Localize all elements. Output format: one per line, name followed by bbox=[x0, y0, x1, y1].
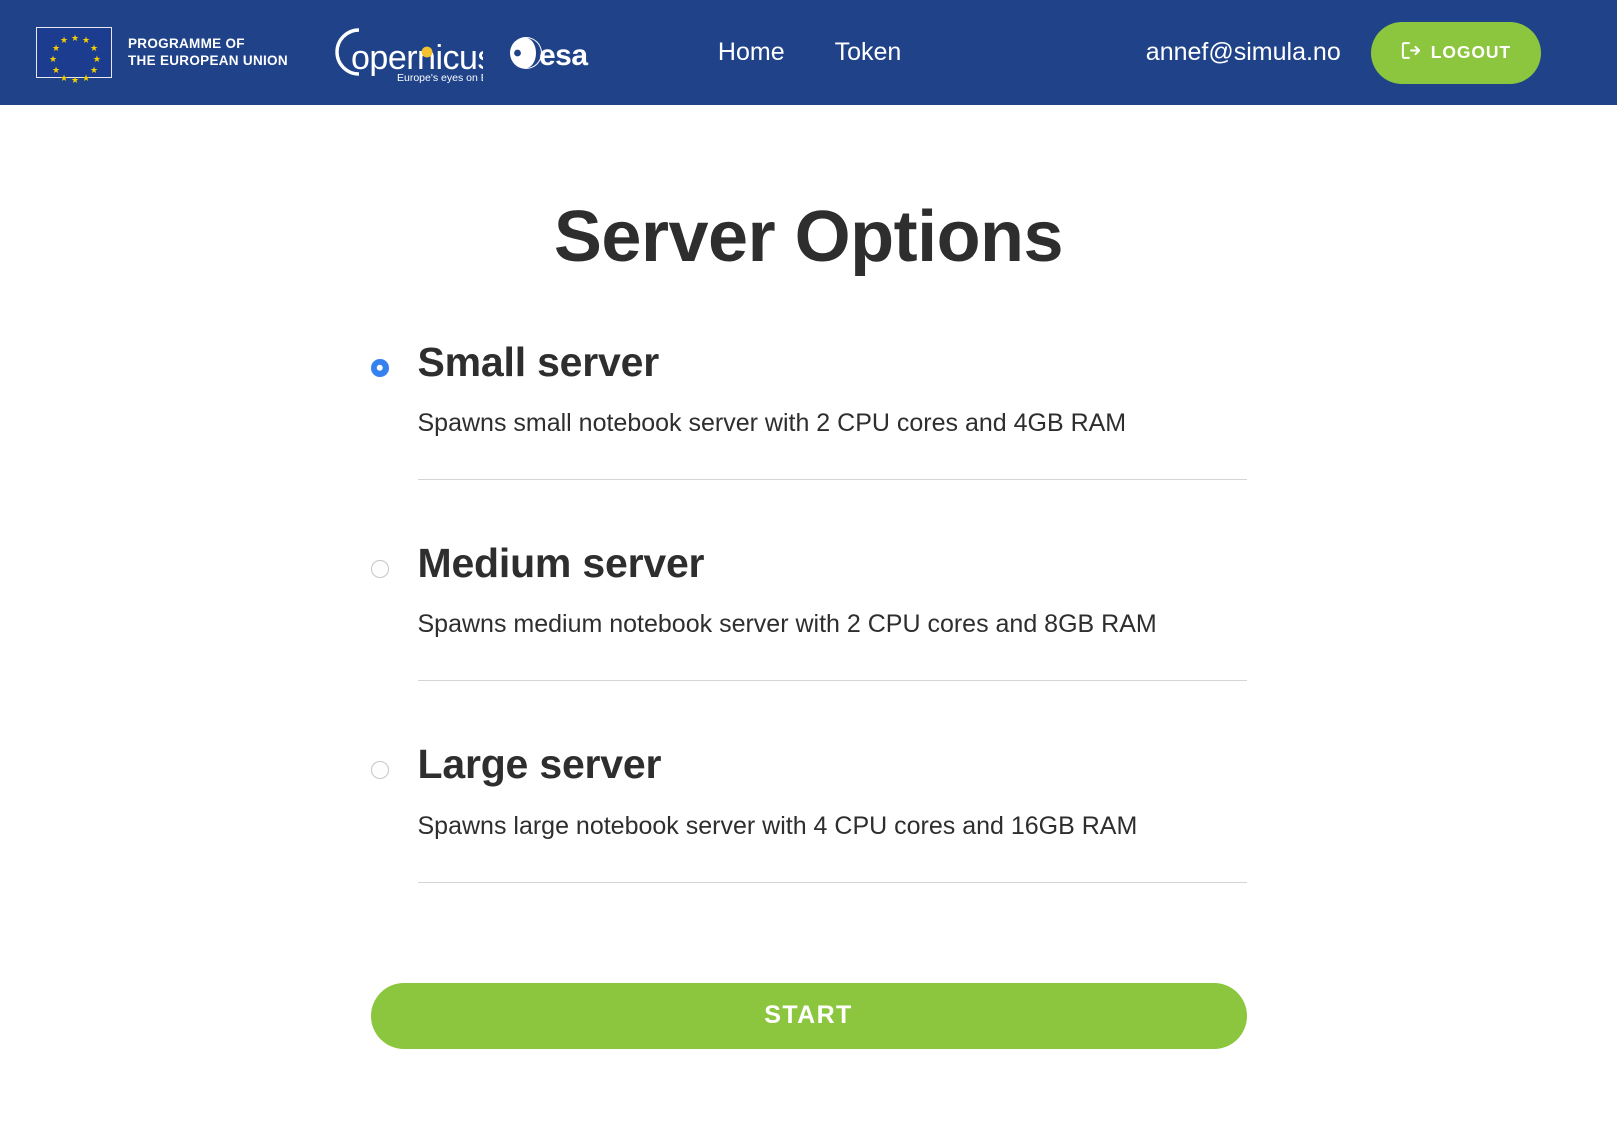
radio-wrapper-medium bbox=[370, 540, 418, 578]
option-divider-2 bbox=[417, 680, 1247, 682]
nav-link-token[interactable]: Token bbox=[835, 38, 902, 67]
user-email-label: annef@simula.no bbox=[1145, 38, 1341, 66]
option-spacer-1 bbox=[371, 480, 1247, 540]
logout-button[interactable]: LOGOUT bbox=[1370, 21, 1541, 84]
sign-out-icon bbox=[1401, 41, 1420, 65]
radio-large-server[interactable] bbox=[370, 761, 389, 780]
main-content: Server Options Small server Spawns small… bbox=[0, 105, 1617, 1049]
server-option-label-large[interactable]: Large server bbox=[418, 741, 662, 788]
radio-wrapper-large bbox=[370, 741, 418, 780]
nav-link-home[interactable]: Home bbox=[718, 38, 785, 67]
copernicus-logo-icon: opernicus Europe's eyes on Earth bbox=[318, 22, 483, 84]
option-divider-1 bbox=[417, 478, 1247, 480]
server-options-form: Small server Spawns small notebook serve… bbox=[370, 339, 1247, 1049]
page-title: Server Options bbox=[553, 197, 1064, 277]
server-option-medium[interactable]: Medium server Spawns medium notebook ser… bbox=[370, 540, 1247, 682]
logout-button-label: LOGOUT bbox=[1430, 42, 1511, 62]
radio-wrapper-small bbox=[370, 339, 418, 377]
server-option-label-medium[interactable]: Medium server bbox=[418, 540, 705, 587]
server-option-body-small: Small server Spawns small notebook serve… bbox=[417, 339, 1247, 480]
eu-programme-logo: ★ ★ ★ ★ ★ ★ ★ ★ ★ ★ ★ ★ PROGRAMME OF THE… bbox=[36, 27, 288, 85]
brand-logos: ★ ★ ★ ★ ★ ★ ★ ★ ★ ★ ★ ★ PROGRAMME OF THE… bbox=[36, 22, 618, 85]
top-navbar: ★ ★ ★ ★ ★ ★ ★ ★ ★ ★ ★ ★ PROGRAMME OF THE… bbox=[0, 0, 1617, 105]
server-option-description-large: Spawns large notebook server with 4 CPU … bbox=[417, 811, 1138, 840]
eu-programme-line2: THE EUROPEAN UNION bbox=[128, 52, 288, 68]
navbar-right-cluster: annef@simula.no LOGOUT bbox=[1145, 21, 1617, 84]
server-option-description-medium: Spawns medium notebook server with 2 CPU… bbox=[417, 610, 1157, 639]
server-option-large[interactable]: Large server Spawns large notebook serve… bbox=[370, 741, 1247, 883]
server-options-list: Small server Spawns small notebook serve… bbox=[370, 339, 1247, 883]
radio-small-server[interactable] bbox=[370, 358, 389, 377]
start-button[interactable]: START bbox=[370, 982, 1247, 1049]
esa-logo-icon: esa bbox=[508, 31, 618, 75]
eu-flag-icon: ★ ★ ★ ★ ★ ★ ★ ★ ★ ★ ★ ★ bbox=[36, 27, 112, 85]
server-option-small[interactable]: Small server Spawns small notebook serve… bbox=[370, 339, 1247, 480]
svg-text:Europe's eyes on Earth: Europe's eyes on Earth bbox=[397, 72, 483, 84]
eu-programme-label: PROGRAMME OF THE EUROPEAN UNION bbox=[128, 36, 288, 69]
start-button-wrapper: START bbox=[370, 982, 1247, 1049]
server-option-body-large: Large server Spawns large notebook serve… bbox=[417, 741, 1247, 883]
server-option-description-small: Spawns small notebook server with 2 CPU … bbox=[417, 408, 1127, 437]
server-option-label-small[interactable]: Small server bbox=[418, 339, 660, 386]
svg-text:esa: esa bbox=[539, 39, 588, 72]
radio-medium-server[interactable] bbox=[370, 559, 389, 578]
eu-programme-line1: PROGRAMME OF bbox=[128, 36, 245, 51]
main-navigation: Home Token bbox=[718, 38, 901, 67]
option-divider-3 bbox=[417, 881, 1247, 883]
option-spacer-2 bbox=[371, 681, 1247, 741]
server-option-body-medium: Medium server Spawns medium notebook ser… bbox=[417, 540, 1247, 682]
